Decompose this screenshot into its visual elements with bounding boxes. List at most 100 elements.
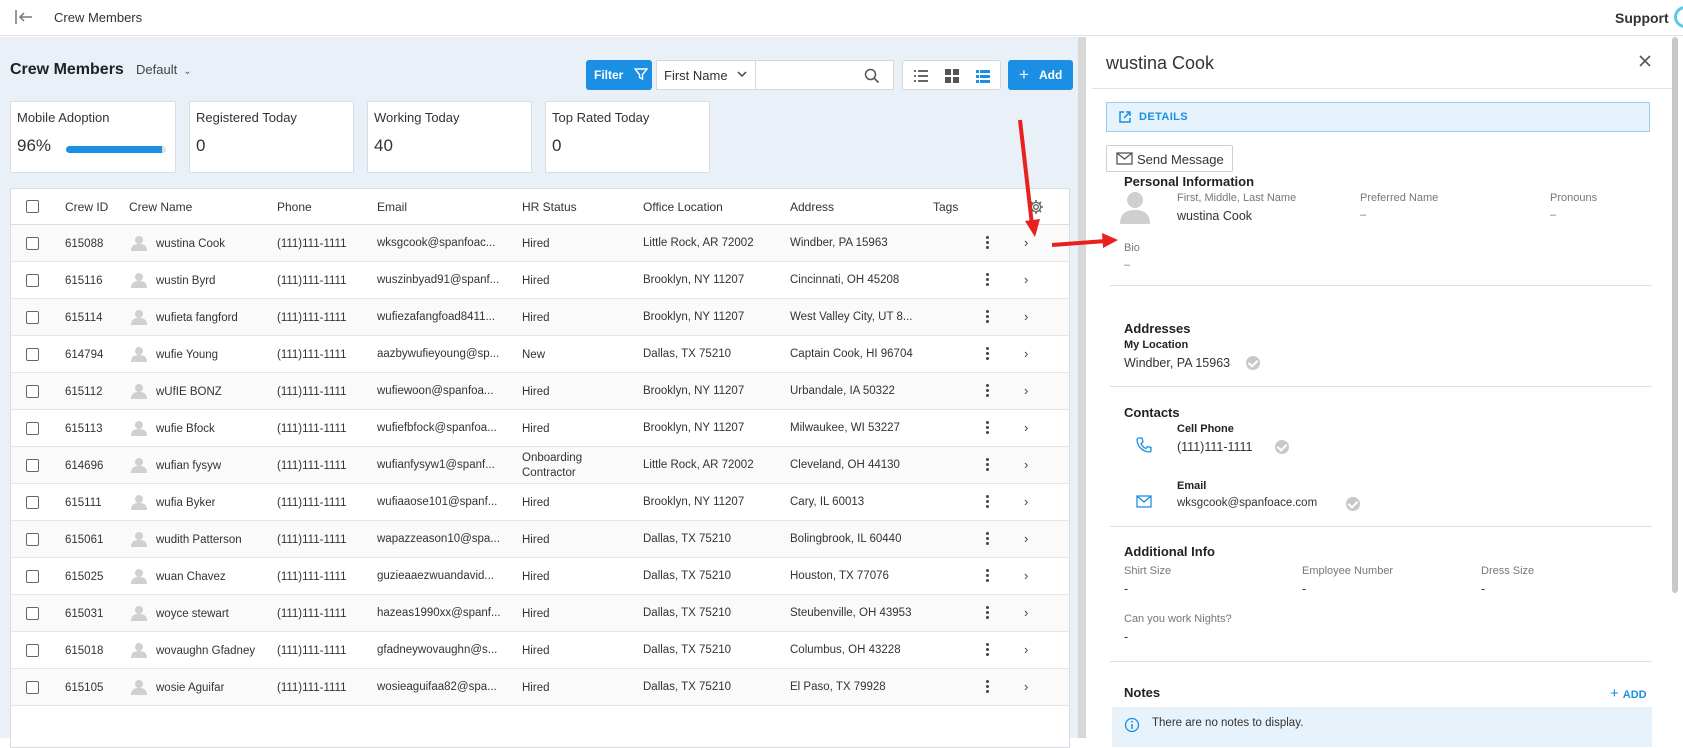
support-widget-icon[interactable] [1674, 6, 1683, 28]
row-checkbox[interactable] [26, 644, 39, 657]
more-options-icon[interactable] [986, 458, 990, 473]
table-row[interactable]: 615116 wustin Byrd (111)111-1111 wuszinbyad… [11, 262, 1069, 299]
crew-name[interactable]: wufieta fangford [156, 312, 238, 324]
table-header: Crew ID Crew Name Phone Email HR Status … [11, 189, 1069, 225]
phone: (111)111-1111 [277, 312, 347, 324]
row-checkbox[interactable] [26, 422, 39, 435]
table-row[interactable]: 615061 wudith Patterson (111)111-1111 wapaz… [11, 521, 1069, 558]
chevron-right-icon[interactable]: › [1024, 494, 1028, 509]
filter-button[interactable]: Filter [586, 60, 652, 90]
header-tags[interactable]: Tags [933, 200, 958, 214]
grid-view-icon[interactable] [944, 68, 960, 84]
crew-name[interactable]: wovaughn Gfadney [156, 645, 255, 657]
details-button[interactable]: DETAILS [1106, 102, 1650, 132]
row-checkbox[interactable] [26, 274, 39, 287]
chevron-right-icon[interactable]: › [1024, 235, 1028, 250]
table-row[interactable]: 615112 wUfIE BONZ (111)111-1111 wufiewoon@s… [11, 373, 1069, 410]
row-checkbox[interactable] [26, 237, 39, 250]
support-link[interactable]: Support [1615, 10, 1669, 26]
table-row[interactable]: 615025 wuan Chavez (111)111-1111 guzieaaezw… [11, 558, 1069, 595]
chevron-right-icon[interactable]: › [1024, 272, 1028, 287]
header-address[interactable]: Address [790, 200, 834, 214]
more-options-icon[interactable] [986, 532, 990, 547]
list-view-icon[interactable] [913, 68, 929, 84]
row-checkbox[interactable] [26, 570, 39, 583]
header-hr-status[interactable]: HR Status [522, 200, 577, 214]
gear-icon[interactable] [1028, 199, 1044, 215]
table-row[interactable]: 615088 wustina Cook (111)111-1111 wksgcook@… [11, 225, 1069, 262]
row-checkbox[interactable] [26, 459, 39, 472]
chevron-right-icon[interactable]: › [1024, 531, 1028, 546]
more-options-icon[interactable] [986, 421, 990, 436]
pronouns-value: – [1550, 209, 1557, 221]
table-row[interactable]: 615031 woyce stewart (111)111-1111 hazeas19… [11, 595, 1069, 632]
header-crew-id[interactable]: Crew ID [65, 200, 108, 214]
more-options-icon[interactable] [986, 347, 990, 362]
table-row[interactable]: 614696 wufian fysyw (111)111-1111 wufianfys… [11, 447, 1069, 484]
hr-status: Hired [522, 238, 550, 250]
more-options-icon[interactable] [986, 236, 990, 251]
crew-name[interactable]: wuan Chavez [156, 571, 226, 583]
email-value[interactable]: wksgcook@spanfoace.com [1177, 497, 1317, 509]
table-row[interactable]: 615114 wufieta fangford (111)111-1111 wufie… [11, 299, 1069, 336]
table-row[interactable]: 614794 wufie Young (111)111-1111 aazbywufie… [11, 336, 1069, 373]
chevron-right-icon[interactable]: › [1024, 420, 1028, 435]
row-checkbox[interactable] [26, 496, 39, 509]
chevron-right-icon[interactable]: › [1024, 309, 1028, 324]
send-message-button[interactable]: Send Message [1106, 145, 1233, 172]
crew-name[interactable]: wustina Cook [156, 238, 225, 250]
pronouns-label: Pronouns [1550, 192, 1598, 204]
crew-name[interactable]: wufie Young [156, 349, 218, 361]
table-row[interactable]: 615105 wosie Aguifar (111)111-1111 wosieagu… [11, 669, 1069, 706]
more-options-icon[interactable] [986, 569, 990, 584]
add-crew-button[interactable]: + Add [1008, 60, 1073, 90]
table-row[interactable]: 615113 wufie Bfock (111)111-1111 wufiefbfoc… [11, 410, 1069, 447]
select-all-checkbox[interactable] [26, 200, 39, 213]
crew-name[interactable]: wufie Bfock [156, 423, 215, 435]
chevron-right-icon[interactable]: › [1024, 605, 1028, 620]
more-options-icon[interactable] [986, 606, 990, 621]
more-options-icon[interactable] [986, 273, 990, 288]
row-checkbox[interactable] [26, 533, 39, 546]
more-options-icon[interactable] [986, 680, 990, 695]
add-note-button[interactable]: + ADD [1610, 685, 1647, 702]
search-field-select[interactable]: First Name [656, 60, 756, 90]
panel-resize-handle[interactable] [1078, 37, 1086, 738]
collapse-back-icon[interactable] [14, 8, 34, 26]
search-input[interactable] [756, 60, 894, 90]
table-row[interactable]: 615018 wovaughn Gfadney (111)111-1111 gfadn… [11, 632, 1069, 669]
more-options-icon[interactable] [986, 384, 990, 399]
crew-name[interactable]: wUfIE BONZ [156, 386, 222, 398]
panel-scrollbar[interactable] [1672, 37, 1678, 593]
row-checkbox[interactable] [26, 311, 39, 324]
crew-name[interactable]: wufia Byker [156, 497, 215, 509]
search-icon[interactable] [864, 68, 880, 84]
header-crew-name[interactable]: Crew Name [129, 200, 192, 214]
chevron-right-icon[interactable]: › [1024, 383, 1028, 398]
header-phone[interactable]: Phone [277, 200, 312, 214]
row-checkbox[interactable] [26, 607, 39, 620]
chevron-right-icon[interactable]: › [1024, 346, 1028, 361]
crew-name[interactable]: woyce stewart [156, 608, 229, 620]
crew-name[interactable]: wustin Byrd [156, 275, 215, 287]
close-icon[interactable] [1637, 53, 1653, 69]
table-view-icon[interactable] [975, 68, 991, 84]
row-checkbox[interactable] [26, 681, 39, 694]
chevron-right-icon[interactable]: › [1024, 568, 1028, 583]
table-row[interactable]: 615111 wufia Byker (111)111-1111 wufiaaose1… [11, 484, 1069, 521]
chevron-right-icon[interactable]: › [1024, 679, 1028, 694]
header-office-location[interactable]: Office Location [643, 200, 723, 214]
more-options-icon[interactable] [986, 495, 990, 510]
crew-name[interactable]: wosie Aguifar [156, 682, 224, 694]
row-checkbox[interactable] [26, 385, 39, 398]
cell-phone-value[interactable]: (111)111-1111 [1177, 440, 1253, 454]
row-checkbox[interactable] [26, 348, 39, 361]
more-options-icon[interactable] [986, 643, 990, 658]
chevron-right-icon[interactable]: › [1024, 457, 1028, 472]
crew-name[interactable]: wufian fysyw [156, 460, 221, 472]
chevron-right-icon[interactable]: › [1024, 642, 1028, 657]
view-selector[interactable]: Default ⌄ [136, 62, 192, 77]
header-email[interactable]: Email [377, 200, 407, 214]
crew-name[interactable]: wudith Patterson [156, 534, 242, 546]
more-options-icon[interactable] [986, 310, 990, 325]
